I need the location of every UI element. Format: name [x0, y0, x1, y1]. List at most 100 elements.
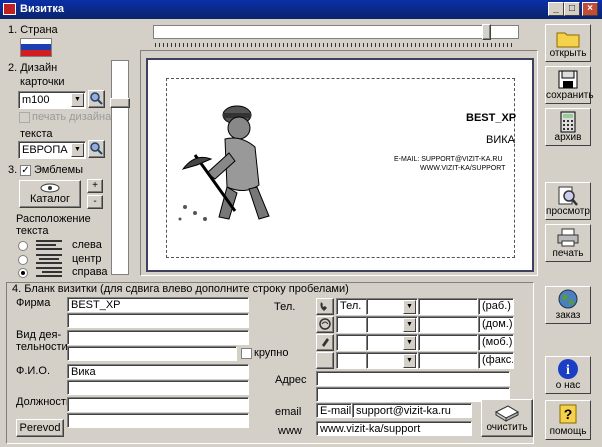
- fio-input[interactable]: Вика: [67, 364, 249, 379]
- phone-number-4[interactable]: [418, 352, 478, 369]
- text-search-button[interactable]: [88, 140, 105, 158]
- card-name: ВИКА: [486, 134, 515, 146]
- help-button[interactable]: ? помощь: [545, 400, 591, 440]
- bold-checkbox[interactable]: [241, 348, 252, 359]
- country-label: 1. Страна: [8, 24, 58, 36]
- horizontal-slider[interactable]: [153, 25, 519, 39]
- firm-label: Фирма: [16, 297, 51, 309]
- globe-icon: [558, 289, 578, 309]
- chevron-down-icon[interactable]: ▼: [403, 318, 416, 332]
- email-label: email: [275, 406, 302, 418]
- card-email: E-MAIL: SUPPORT@VIZIT-KA.RU: [394, 156, 503, 163]
- position-label: Должность: [16, 396, 72, 408]
- phone-prefix-3[interactable]: [336, 334, 368, 351]
- catalog-button[interactable]: Каталог: [19, 180, 81, 208]
- position-input-2[interactable]: [67, 413, 249, 428]
- russia-flag-icon[interactable]: [20, 38, 52, 57]
- horizontal-slider-thumb[interactable]: [482, 24, 491, 40]
- maximize-button[interactable]: □: [564, 2, 580, 16]
- fio-input-2[interactable]: [67, 380, 249, 395]
- phone-prefix-1[interactable]: Тел.: [336, 298, 368, 315]
- phone-number-3[interactable]: [418, 334, 478, 351]
- fax-button[interactable]: [316, 352, 334, 369]
- align-right-icon: [36, 267, 62, 279]
- placement-label-2: текста: [16, 225, 49, 237]
- minus-button[interactable]: -: [87, 195, 103, 209]
- phone-prefix-2[interactable]: [336, 316, 368, 333]
- position-input[interactable]: [67, 397, 249, 412]
- phone-suffix-1: (раб.): [478, 298, 514, 315]
- archive-label: архив: [554, 132, 582, 143]
- rotary-phone-icon: [319, 318, 331, 330]
- firm-input-2[interactable]: [67, 313, 249, 328]
- form-heading: 4. Бланк визитки (для сдвига влево допол…: [12, 283, 349, 295]
- app-icon: [3, 3, 16, 15]
- print-design-checkbox[interactable]: [19, 112, 30, 123]
- activity-input[interactable]: [67, 330, 249, 345]
- open-button[interactable]: открыть: [545, 24, 591, 62]
- info-icon: i: [558, 359, 578, 379]
- design-select-value: m100: [22, 94, 50, 106]
- text-style-value: ЕВРОПА: [22, 144, 68, 156]
- www-input[interactable]: www.vizit-ka/support: [316, 421, 472, 436]
- card-www: WWW.VIZIT-KA/SUPPORT: [420, 165, 506, 172]
- placement-right-radio[interactable]: [18, 268, 28, 278]
- order-button[interactable]: заказ: [545, 286, 591, 324]
- phone-type-select-2[interactable]: ▼: [366, 316, 418, 333]
- phone-handset-icon: [320, 302, 327, 311]
- perevod-button[interactable]: Perevod: [16, 419, 64, 437]
- phone-prefix-4[interactable]: [336, 352, 368, 369]
- emblems-label: Эмблемы: [34, 164, 84, 176]
- save-label: сохранить: [546, 90, 594, 101]
- minimize-button[interactable]: _: [548, 2, 564, 16]
- phone-suffix-2: (дом.): [478, 316, 514, 333]
- phone-type-select-4[interactable]: ▼: [366, 352, 418, 369]
- phone-home-icon[interactable]: [316, 316, 334, 333]
- chevron-down-icon[interactable]: ▼: [71, 93, 84, 107]
- card-company: BEST_XP: [466, 112, 517, 124]
- chevron-down-icon[interactable]: ▼: [403, 354, 416, 368]
- text-label: текста: [20, 128, 53, 140]
- activity-label: Вид дея-: [16, 329, 62, 341]
- placement-left-radio[interactable]: [18, 241, 28, 251]
- design-search-button[interactable]: [88, 90, 105, 108]
- text-style-select[interactable]: ЕВРОПА ▼: [18, 141, 86, 159]
- vertical-slider[interactable]: [111, 60, 129, 275]
- phone-type-select-3[interactable]: ▼: [366, 334, 418, 351]
- plus-button[interactable]: +: [87, 179, 103, 193]
- placement-center-radio[interactable]: [18, 255, 28, 265]
- vertical-slider-thumb[interactable]: [110, 98, 130, 108]
- chevron-down-icon[interactable]: ▼: [403, 300, 416, 314]
- emblems-number: 3.: [8, 164, 18, 176]
- emblems-checkbox[interactable]: ✓: [20, 165, 31, 176]
- close-button[interactable]: ×: [582, 2, 598, 16]
- email-prefix[interactable]: E-mail:: [316, 403, 352, 418]
- mobile-icon[interactable]: [316, 334, 334, 351]
- firm-input[interactable]: BEST_XP: [67, 297, 249, 312]
- phone-number-1[interactable]: [418, 298, 478, 315]
- about-button[interactable]: i о нас: [545, 356, 591, 394]
- phone-icon[interactable]: [316, 298, 334, 315]
- phone-suffix-3: (моб.): [478, 334, 514, 351]
- save-button[interactable]: сохранить: [545, 66, 594, 104]
- preview-button[interactable]: просмотр: [545, 182, 591, 220]
- activity-input-2[interactable]: [67, 346, 237, 361]
- archive-button[interactable]: архив: [545, 108, 591, 146]
- order-label: заказ: [555, 310, 581, 321]
- chevron-down-icon[interactable]: ▼: [71, 143, 84, 157]
- help-label: помощь: [549, 426, 587, 437]
- www-label: www: [278, 425, 302, 437]
- phone-number-2[interactable]: [418, 316, 478, 333]
- phone-type-select-1[interactable]: ▼: [366, 298, 418, 315]
- printer-icon: [557, 228, 579, 247]
- phone-suffix-4: (факс.): [478, 352, 514, 369]
- design-select[interactable]: m100 ▼: [18, 91, 86, 109]
- email-input[interactable]: support@vizit-ka.ru: [352, 403, 472, 418]
- floppy-disk-icon: [558, 70, 578, 89]
- print-button[interactable]: печать: [545, 224, 591, 262]
- clear-button[interactable]: очистить: [481, 399, 533, 437]
- svg-text:?: ?: [564, 406, 573, 422]
- miner-emblem-icon[interactable]: [175, 95, 275, 235]
- address-input[interactable]: [316, 371, 510, 386]
- chevron-down-icon[interactable]: ▼: [403, 336, 416, 350]
